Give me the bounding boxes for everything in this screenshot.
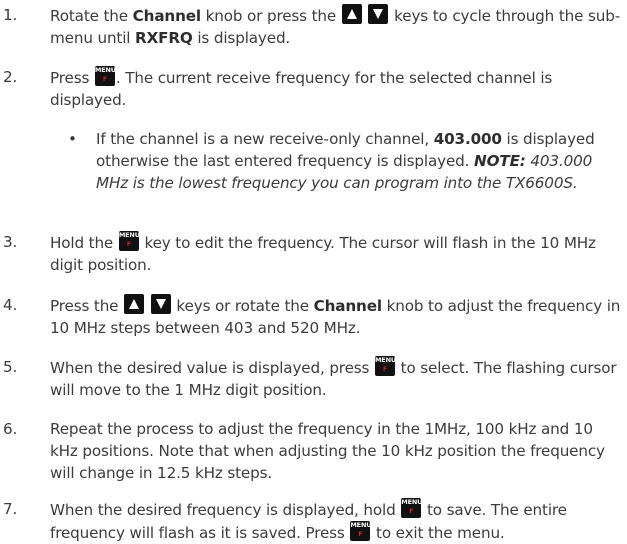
menu-key-label: MENU (94, 66, 116, 74)
text: Press the (50, 297, 124, 315)
bullet-icon: • (68, 130, 77, 148)
menu-key-f-label: F (102, 76, 107, 83)
step-text: When the desired value is displayed, pre… (50, 356, 625, 401)
bold-term: Channel (313, 297, 382, 315)
step-number: 2. (3, 68, 18, 86)
bold-term: Channel (132, 7, 201, 25)
text: Rotate the (50, 7, 133, 25)
step-text: Repeat the process to adjust the frequen… (50, 420, 605, 482)
step-number: 6. (3, 420, 18, 438)
step-text: Press the keys or rotate the Channel kno… (50, 294, 625, 339)
text: Press (50, 69, 94, 87)
step-number: 5. (3, 358, 18, 376)
step-text: When the desired frequency is displayed,… (50, 498, 625, 544)
text: to exit the menu. (371, 524, 505, 542)
menu-key-icon: MENU F (374, 356, 396, 376)
step-number: 4. (3, 296, 18, 314)
menu-key-f-label: F (358, 531, 363, 538)
text: Hold the (50, 234, 118, 252)
menu-key-label: MENU (401, 498, 423, 506)
step-text: Press MENU F. The current receive frequen… (50, 66, 625, 111)
up-arrow-key-icon (341, 4, 362, 24)
up-arrow-key-icon (124, 294, 145, 314)
bold-term: 403.000 (433, 130, 502, 148)
note-label: NOTE: (474, 152, 526, 170)
menu-key-f-label: F (409, 508, 414, 515)
down-arrow-key-icon (368, 4, 389, 24)
menu-key-icon: MENU F (350, 521, 372, 541)
step-text: Rotate the Channel knob or press the key… (50, 4, 625, 49)
menu-key-f-label: F (382, 366, 387, 373)
menu-key-icon: MENU F (401, 498, 423, 518)
text: . The current receive frequency for the … (50, 69, 553, 109)
step-number: 1. (3, 6, 18, 24)
menu-key-label: MENU (118, 231, 140, 239)
menu-key-label: MENU (374, 356, 396, 364)
text: knob or press the (200, 7, 341, 25)
menu-key-label: MENU (350, 521, 372, 529)
text: When the desired frequency is displayed,… (50, 501, 401, 519)
step-number: 7. (3, 500, 18, 518)
menu-key-icon: MENU F (94, 66, 116, 86)
bullet-text: If the channel is a new receive-only cha… (96, 128, 625, 194)
instruction-document: 1. Rotate the Channel knob or press the … (0, 0, 627, 543)
bold-term: RXFRQ (135, 29, 193, 47)
menu-key-f-label: F (126, 241, 131, 248)
down-arrow-key-icon (150, 294, 171, 314)
step-text: Hold the MENU F key to edit the frequency… (50, 231, 625, 276)
step-number: 3. (3, 233, 18, 251)
text: keys or rotate the (171, 297, 314, 315)
text: If the channel is a new receive-only cha… (96, 130, 434, 148)
text: When the desired value is displayed, pre… (50, 359, 374, 377)
text: is displayed. (192, 29, 291, 47)
menu-key-icon: MENU F (118, 231, 140, 251)
